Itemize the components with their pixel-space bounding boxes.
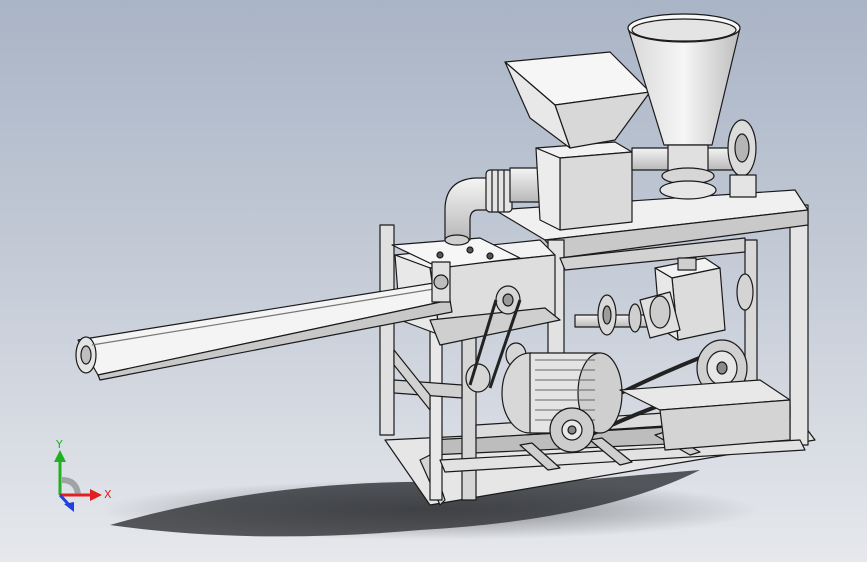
y-axis-label: Y [55, 440, 63, 451]
machine-model[interactable] [0, 0, 867, 562]
gearbox[interactable] [639, 257, 754, 341]
z-axis-arrow [64, 502, 74, 512]
x-axis-label: X [104, 488, 112, 501]
hopper-conical[interactable] [627, 13, 741, 200]
hopper-rectangular[interactable] [504, 51, 651, 231]
y-axis-arrow [54, 450, 66, 462]
axis-triad[interactable]: Y X [40, 438, 120, 520]
triad-arc [61, 477, 81, 495]
cad-viewport[interactable]: Y X [0, 0, 867, 562]
x-axis-arrow [90, 489, 102, 501]
